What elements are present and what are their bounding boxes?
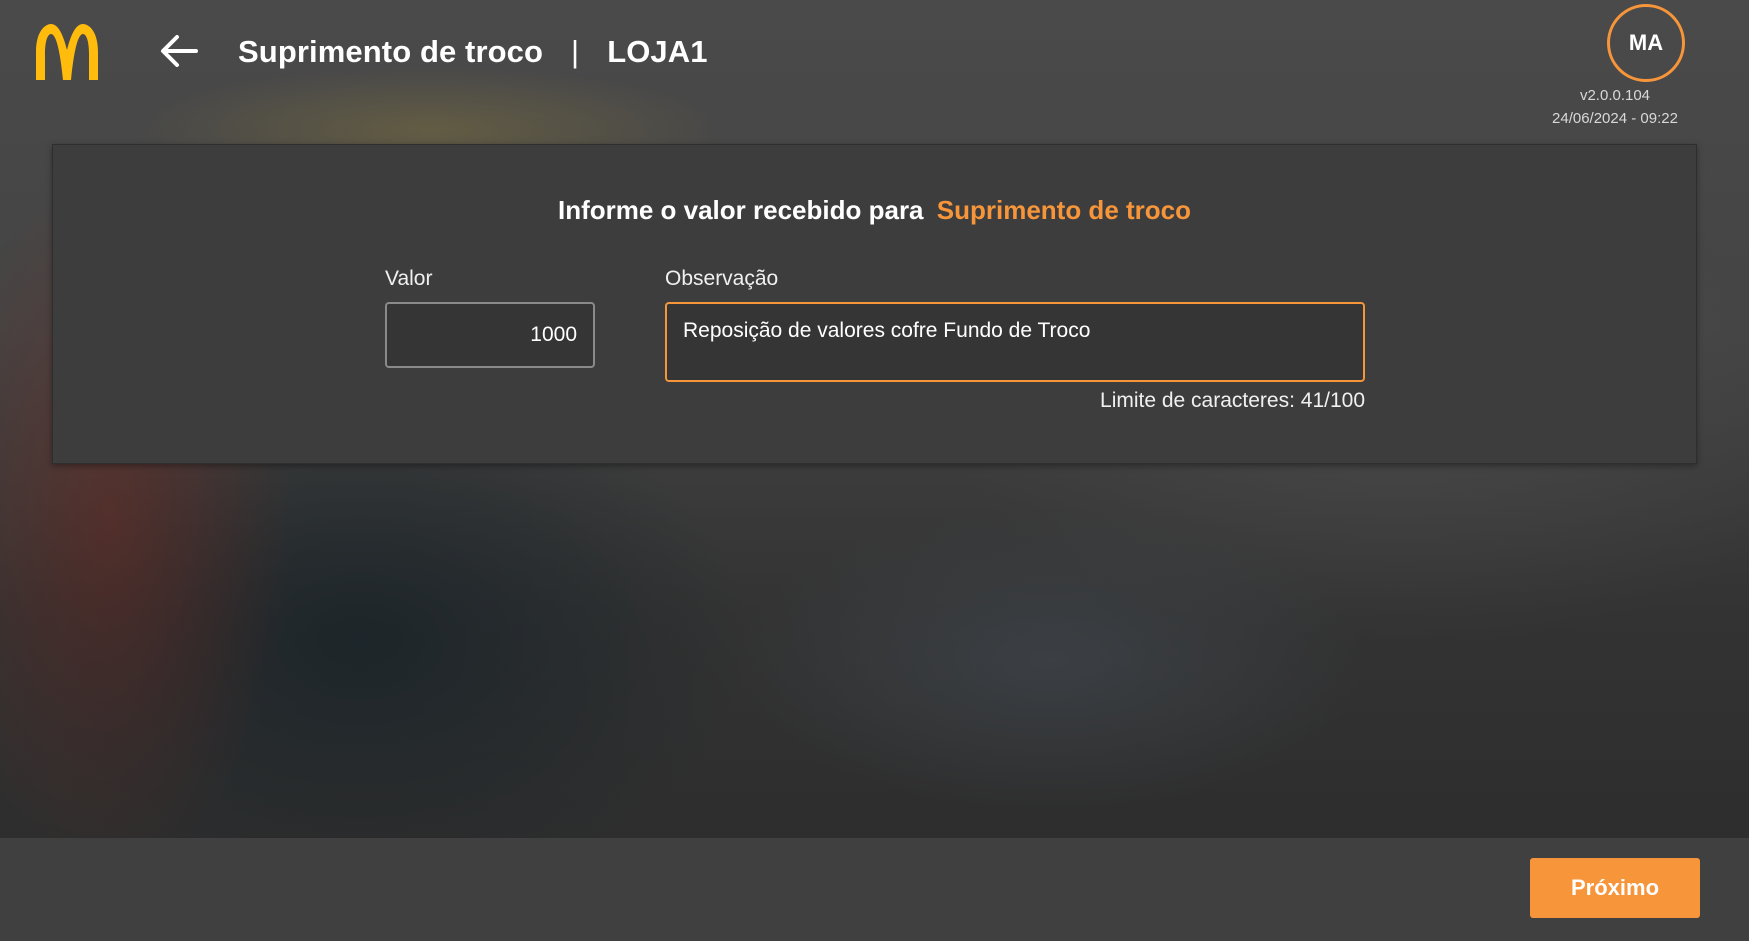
prompt-text: Informe o valor recebido para — [557, 195, 924, 225]
title-separator: | — [571, 34, 580, 69]
version-info: v2.0.0.104 24/06/2024 - 09:22 — [1515, 84, 1715, 130]
character-limit: Limite de caracteres: 41/100 — [1100, 389, 1365, 412]
form-card: Informe o valor recebido para Suprimento… — [52, 144, 1697, 464]
mcdonalds-logo — [36, 24, 98, 80]
arrow-left-icon — [161, 35, 198, 67]
footer-bar: Próximo — [0, 838, 1749, 941]
store-name: LOJA1 — [607, 34, 708, 69]
form-prompt: Informe o valor recebido para Suprimento… — [53, 195, 1696, 226]
observacao-label: Observação — [665, 267, 779, 290]
prompt-highlight: Suprimento de troco — [936, 195, 1192, 225]
page-title-text: Suprimento de troco — [238, 34, 544, 69]
next-button[interactable]: Próximo — [1530, 858, 1700, 918]
page-title: Suprimento de troco | LOJA1 — [238, 30, 708, 74]
valor-label: Valor — [385, 267, 433, 290]
datetime-text: 24/06/2024 - 09:22 — [1552, 110, 1678, 127]
app-header: Suprimento de troco | LOJA1 MA v2.0.0.10… — [0, 0, 1749, 130]
version-text: v2.0.0.104 — [1579, 87, 1651, 104]
valor-input[interactable] — [385, 302, 595, 368]
back-button[interactable] — [152, 26, 206, 76]
user-avatar[interactable]: MA — [1607, 4, 1685, 82]
observacao-input[interactable]: Reposição de valores cofre Fundo de Troc… — [665, 302, 1365, 382]
